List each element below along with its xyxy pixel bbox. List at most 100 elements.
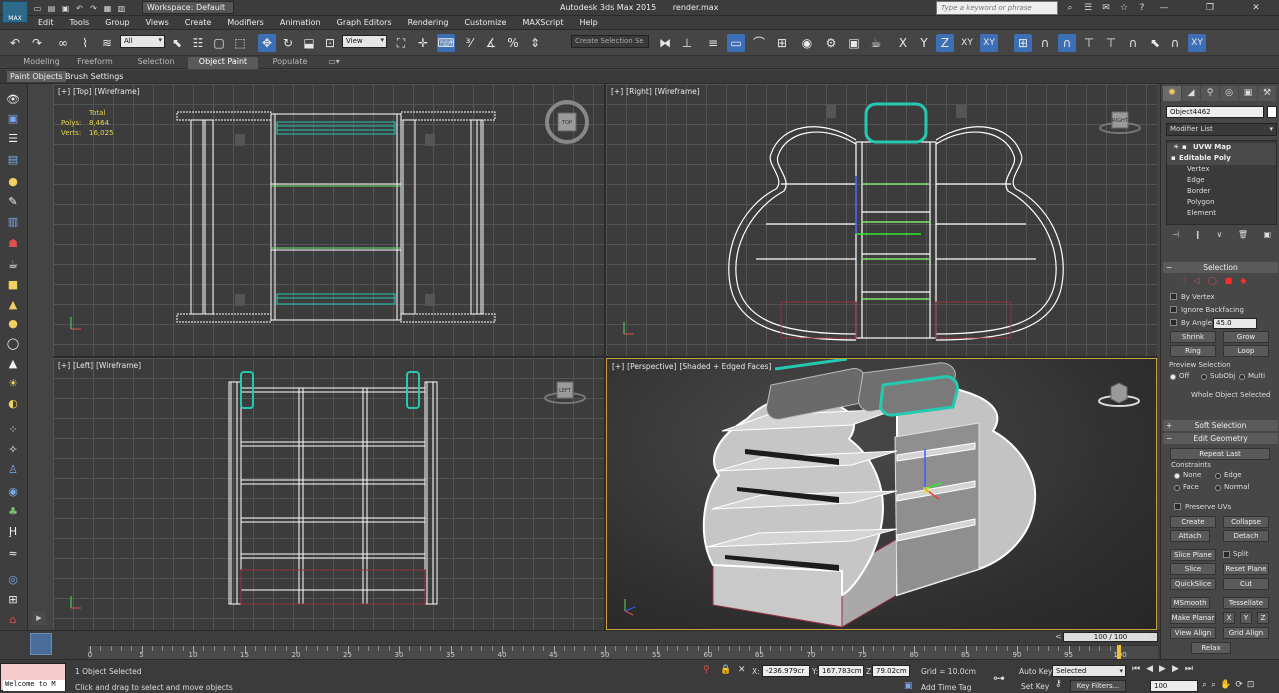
viewport-left[interactable]: [+] [Left] [Wireframe] LEFT — [53, 358, 604, 630]
hair-icon[interactable]: Ḩ — [5, 524, 21, 540]
redo-icon[interactable]: ↷ — [28, 34, 46, 52]
current-frame-marker[interactable] — [1117, 645, 1121, 659]
subscription-icon[interactable]: ☰ — [1082, 2, 1094, 14]
named-selection-set-dropdown[interactable]: Create Selection Se — [571, 35, 649, 48]
viewport-shading-label[interactable]: [Wireframe] — [655, 87, 700, 96]
time-tag-icon[interactable]: ▣ — [904, 681, 913, 691]
stack-edge[interactable]: Edge — [1167, 176, 1276, 187]
helper-icon[interactable]: ☗ — [5, 236, 21, 252]
play-icon[interactable]: ▶ — [1159, 664, 1166, 674]
selection-lock-icon[interactable]: 🔒 — [720, 665, 731, 675]
select-by-name-icon[interactable]: ☷ — [189, 34, 207, 52]
pan-icon[interactable]: ✋ — [1220, 680, 1231, 690]
viewport-pov-label[interactable]: [Perspective] — [627, 362, 676, 371]
detach-button[interactable]: Detach — [1223, 530, 1269, 542]
make-unique-icon[interactable]: ∨ — [1217, 230, 1223, 242]
preview-subobj-radio[interactable] — [1201, 374, 1207, 380]
select-object-icon[interactable]: ⬉ — [168, 34, 186, 52]
previous-frame-icon[interactable]: ◀ — [1146, 664, 1153, 674]
menu-edit[interactable]: Edit — [30, 16, 62, 29]
cone-icon[interactable]: ▲ — [5, 297, 21, 313]
constraint-x-button[interactable]: X — [894, 34, 912, 52]
time-slider[interactable]: 100 / 100 — [1063, 632, 1158, 642]
window-crossing-icon[interactable]: ⬚ — [231, 34, 249, 52]
box-icon[interactable]: ■ — [5, 277, 21, 293]
undo-icon[interactable]: ↶ — [6, 34, 24, 52]
x-coordinate-field[interactable]: -236.979cr — [762, 665, 810, 677]
keyboard-shortcut-override-icon[interactable]: ⌨ — [437, 34, 455, 52]
orbit-icon[interactable]: ⟳ — [1235, 680, 1243, 690]
viewport-menu-plus[interactable]: [+] — [611, 87, 623, 96]
rollout-edit-geometry[interactable]: − Edit Geometry — [1163, 433, 1278, 444]
minimize-icon[interactable]: — — [1141, 0, 1187, 16]
stack-element[interactable]: Element — [1167, 209, 1276, 220]
collapse-icon[interactable]: ▪ — [1182, 143, 1187, 151]
constraint-normal-radio[interactable] — [1215, 485, 1221, 491]
create-tab-icon[interactable]: ✺ — [1163, 86, 1181, 101]
utilities-tab-icon[interactable]: ⚒ — [1258, 86, 1276, 101]
save-file-icon[interactable]: ▣ — [60, 3, 71, 14]
spinner-snap-icon[interactable]: ⇕ — [526, 34, 544, 52]
view-align-button[interactable]: View Align — [1170, 627, 1216, 639]
key-filter-icon[interactable]: ⚷ — [1055, 679, 1062, 689]
viewport-menu-plus[interactable]: [+] — [612, 362, 624, 371]
biped-icon[interactable]: ♙ — [5, 462, 21, 478]
snap-endpoint-icon[interactable]: ⊤ — [1080, 34, 1098, 52]
hold-icon[interactable]: ▦ — [102, 3, 113, 14]
menu-modifiers[interactable]: Modifiers — [219, 16, 272, 29]
maxscript-listener[interactable]: Welcome to M — [0, 663, 66, 691]
split-checkbox[interactable] — [1223, 551, 1230, 558]
menu-customize[interactable]: Customize — [456, 16, 514, 29]
workspace-dropdown[interactable]: Workspace: Default — [142, 1, 234, 14]
menu-create[interactable]: Create — [177, 16, 220, 29]
grid-align-button[interactable]: Grid Align — [1223, 627, 1269, 639]
viewport-pov-label[interactable]: [Right] — [626, 87, 652, 96]
display-tab-icon[interactable]: ▣ — [1239, 86, 1257, 101]
bone-icon[interactable]: ✧ — [5, 442, 21, 458]
sphere-icon[interactable]: ● — [5, 316, 21, 332]
create-button[interactable]: Create — [1170, 516, 1216, 528]
time-slider-next-icon[interactable]: > — [1150, 632, 1157, 641]
ribbon-options-icon[interactable]: ▭▾ — [324, 57, 344, 69]
mirror-icon[interactable]: ⧓ — [656, 34, 674, 52]
menu-tools[interactable]: Tools — [62, 16, 98, 29]
constraint-edge-radio[interactable] — [1215, 473, 1221, 479]
viewport-right-label[interactable]: [+] [Right] [Wireframe] — [611, 87, 703, 96]
foliage-icon[interactable]: ♣ — [5, 504, 21, 520]
align-icon[interactable]: ⊥ — [678, 34, 696, 52]
remove-modifier-icon[interactable]: 🗑 — [1238, 230, 1248, 242]
track-bar[interactable]: 0510152025303540455055606570758085909510… — [88, 645, 1158, 659]
unlink-icon[interactable]: ⌇ — [76, 34, 94, 52]
tab-modeling[interactable]: Modeling — [14, 57, 69, 69]
snap-edge-icon[interactable]: ∩ — [1124, 34, 1142, 52]
tessellate-button[interactable]: Tessellate — [1223, 597, 1269, 609]
percent-snap-icon[interactable]: % — [504, 34, 522, 52]
selection-filter-dropdown[interactable]: All — [120, 35, 165, 48]
stack-editable-poly[interactable]: ▪ Editable Poly — [1167, 154, 1276, 165]
current-frame-field[interactable]: 100 — [1150, 680, 1198, 692]
viewport-pov-label[interactable]: [Top] — [73, 87, 92, 96]
tab-selection[interactable]: Selection — [130, 57, 182, 69]
viewport-pov-label[interactable]: [Left] — [73, 361, 93, 370]
menu-rendering[interactable]: Rendering — [400, 16, 457, 29]
pyramid-icon[interactable]: ▲ — [5, 356, 21, 372]
constraint-z-button[interactable]: Z — [936, 34, 954, 52]
redo-icon[interactable]: ↷ — [88, 3, 99, 14]
go-to-start-icon[interactable]: ⏮ — [1132, 664, 1140, 674]
object-color-swatch[interactable] — [1267, 106, 1277, 118]
stack-uvw-map[interactable]: ☀ ▪ UVW Map — [1167, 143, 1276, 154]
element-mode-icon[interactable]: ◆ — [1240, 276, 1246, 285]
viewport-top-label[interactable]: [+] [Top] [Wireframe] — [58, 87, 143, 96]
restore-icon[interactable]: ❐ — [1187, 0, 1233, 16]
select-and-rotate-icon[interactable]: ↻ — [279, 34, 297, 52]
viewport-menu-plus[interactable]: [+] — [58, 87, 70, 96]
pin-stack-icon[interactable]: ⊣ — [1172, 230, 1179, 242]
viewport-shading-label[interactable]: [Wireframe] — [95, 87, 140, 96]
render-setup-icon[interactable]: ⚙ — [822, 34, 840, 52]
snaps-toggle-icon[interactable]: ³⁄ — [460, 34, 478, 52]
expand-icon[interactable]: ▪ — [1171, 154, 1176, 162]
isolate-selection-icon[interactable]: ⚲ — [703, 665, 710, 675]
maxscript-mini-listener[interactable]: Welcome to M — [3, 680, 65, 691]
layer-manager-icon[interactable]: ≡ — [704, 34, 722, 52]
maximize-viewport-icon[interactable]: ⊡ — [1247, 680, 1255, 690]
